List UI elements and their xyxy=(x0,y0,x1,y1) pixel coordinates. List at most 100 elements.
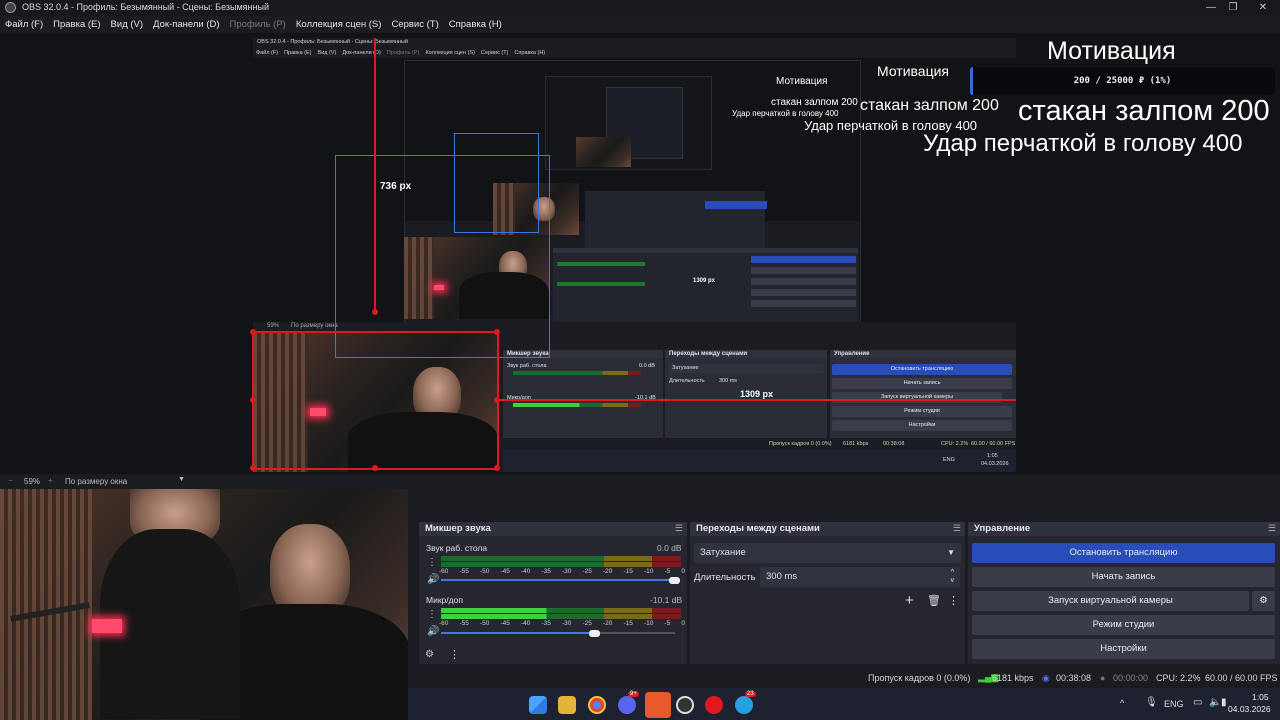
menu-help[interactable]: Справка (H) xyxy=(444,16,507,33)
start-recording-button[interactable]: Начать запись xyxy=(972,567,1275,587)
transition-menu-icon[interactable]: ⋮ xyxy=(948,594,959,607)
nested-fade: Затухание xyxy=(669,364,823,373)
menu-scene-collection[interactable]: Коллекция сцен (S) xyxy=(291,16,387,33)
chevron-down-icon: ▼ xyxy=(947,548,955,557)
settings-button[interactable]: Настройки xyxy=(972,639,1275,659)
width-measure-label: 1309 px xyxy=(740,389,774,399)
nested-transitions-title: Переходы между сценами xyxy=(665,350,827,358)
volume-knob[interactable] xyxy=(669,577,680,584)
chevron-up-icon[interactable]: ^ xyxy=(1120,698,1124,708)
start-virtual-camera-button[interactable]: Запуск виртуальной камеры xyxy=(972,591,1249,611)
zoom-level[interactable]: 59% xyxy=(24,477,40,486)
resize-handle[interactable] xyxy=(250,465,256,471)
nested-menu-item: Справка (H) xyxy=(514,50,546,56)
volume-slider-mic[interactable] xyxy=(441,632,595,634)
menu-edit[interactable]: Правка (E) xyxy=(48,16,105,33)
nested-controls-title: Управление xyxy=(830,350,1016,358)
nested-window-title: OBS 32.0.4 - Профиль: Безымянный - Сцены… xyxy=(257,39,408,45)
folder-icon[interactable] xyxy=(558,696,576,714)
transition-selected: Затухание xyxy=(700,547,746,558)
volume-knob[interactable] xyxy=(589,630,600,637)
mixer-title: Микшер звука xyxy=(419,522,687,536)
resize-handle[interactable] xyxy=(494,397,500,403)
mic-icon[interactable]: 🎙 xyxy=(1145,697,1158,708)
add-transition-icon[interactable]: + xyxy=(905,592,914,609)
nested-taskbar: ENG 1:05 04.03.2026 xyxy=(503,450,1016,472)
close-button[interactable]: ✕ xyxy=(1240,0,1280,16)
camera-source-view xyxy=(0,489,408,720)
menu-file[interactable]: Файл (F) xyxy=(0,16,48,33)
nested-layer-3 xyxy=(545,76,712,170)
overlay-line-2: Удар перчаткой в голову 400 xyxy=(923,130,1243,157)
monitor-icon[interactable]: ▭ xyxy=(1193,697,1202,708)
speaker-icon[interactable]: 🔊 xyxy=(427,574,439,585)
discord-icon[interactable]: 9+ xyxy=(618,691,639,714)
obs-app-icon[interactable] xyxy=(645,692,671,718)
resize-handle[interactable] xyxy=(372,309,378,315)
menu-docks[interactable]: Док-панели (D) xyxy=(148,16,224,33)
cpu-usage: CPU: 2.2% xyxy=(1156,673,1201,683)
mixer-menu-icon[interactable]: ⋮ xyxy=(449,648,460,661)
chevron-down-icon[interactable]: ▼ xyxy=(178,476,185,483)
nested-duration-label: Длительность xyxy=(669,378,705,384)
menu-tools[interactable]: Сервис (T) xyxy=(386,16,443,33)
zoom-mode-select[interactable]: По размеру окна xyxy=(65,477,127,486)
resize-handle[interactable] xyxy=(494,465,500,471)
height-measure-label: 736 px xyxy=(380,181,412,192)
app-icon[interactable] xyxy=(705,696,723,714)
chrome-icon[interactable] xyxy=(588,696,606,714)
track-menu-icon[interactable]: ⋮ xyxy=(427,557,437,568)
nested-clock: 1:05 xyxy=(987,453,998,459)
battery-icon[interactable]: ▮ xyxy=(1221,697,1227,708)
zoom-out-icon[interactable]: − xyxy=(8,476,13,485)
dock-menu-icon[interactable]: ☰ xyxy=(1268,523,1276,534)
overlay-line-1-3: стакан залпом 200 xyxy=(771,97,858,108)
overlay-line-1: стакан залпом 200 xyxy=(1018,95,1270,127)
nested-stop-stream: Остановить трансляцию xyxy=(832,364,1012,375)
menu-profile: Профиль (P) xyxy=(229,19,286,30)
clock-time[interactable]: 1:05 xyxy=(1252,692,1269,702)
menu-view[interactable]: Вид (V) xyxy=(106,16,149,33)
track-menu-icon[interactable]: ⋮ xyxy=(427,609,437,620)
resize-handle[interactable] xyxy=(250,397,256,403)
nested-start-record: Начать запись xyxy=(832,378,1012,389)
gear-icon[interactable]: ⚙ xyxy=(1252,591,1275,611)
duration-input[interactable]: 300 ms ^ v xyxy=(760,567,960,587)
dock-menu-icon[interactable]: ☰ xyxy=(675,523,683,534)
dock-menu-icon[interactable]: ☰ xyxy=(953,523,961,534)
resize-handle[interactable] xyxy=(250,329,256,335)
studio-mode-button[interactable]: Режим студии xyxy=(972,615,1275,635)
volume-icon[interactable]: 🔈 xyxy=(1209,697,1221,708)
resize-handle[interactable] xyxy=(372,465,378,471)
nested-kbps: 6181 kbps xyxy=(843,441,869,447)
window-title: OBS 32.0.4 - Профиль: Безымянный - Сцены… xyxy=(22,2,269,12)
obs-icon[interactable] xyxy=(676,696,694,714)
overlay-line-2-2: Удар перчаткой в голову 400 xyxy=(804,118,978,133)
nested-menu-item: Коллекция сцен (S) xyxy=(425,50,475,56)
transition-select[interactable]: Затухание ▼ xyxy=(694,543,961,563)
nested-menu-item: Вид (V) xyxy=(317,50,337,56)
clock-date[interactable]: 04.03.2026 xyxy=(1228,704,1271,714)
language-indicator[interactable]: ENG xyxy=(1164,699,1184,709)
trash-icon[interactable]: 🗑 xyxy=(927,594,941,607)
windows-start-icon[interactable] xyxy=(529,696,547,714)
nested-docks-2: 1309 px xyxy=(553,248,858,322)
record-icon: ● xyxy=(1100,673,1106,683)
zoom-in-icon[interactable]: + xyxy=(48,476,53,485)
stop-streaming-button[interactable]: Остановить трансляцию xyxy=(972,543,1275,563)
nested-cpu: CPU: 2.2% xyxy=(941,441,969,447)
donation-goal-bar: 200 / 25000 ₽ (1%) xyxy=(970,67,1275,95)
motivation-title: Мотивация xyxy=(1047,37,1176,65)
volume-slider-desktop[interactable] xyxy=(441,579,675,581)
telegram-icon[interactable]: 23 xyxy=(735,691,756,714)
speaker-icon[interactable]: 🔊 xyxy=(427,626,439,637)
red-height-guide xyxy=(374,38,376,312)
mixer-settings-icon[interactable]: ⚙ xyxy=(425,649,434,660)
track-name-mic: Микр/доп xyxy=(426,595,463,605)
chevron-down-icon[interactable]: v xyxy=(951,571,955,591)
source-selection-frame[interactable] xyxy=(252,331,499,470)
resize-handle[interactable] xyxy=(494,329,500,335)
nested-lang: ENG xyxy=(943,457,955,463)
stream-icon: ◉ xyxy=(1042,673,1050,683)
nested-studio-mode: Режим студии xyxy=(832,406,1012,417)
